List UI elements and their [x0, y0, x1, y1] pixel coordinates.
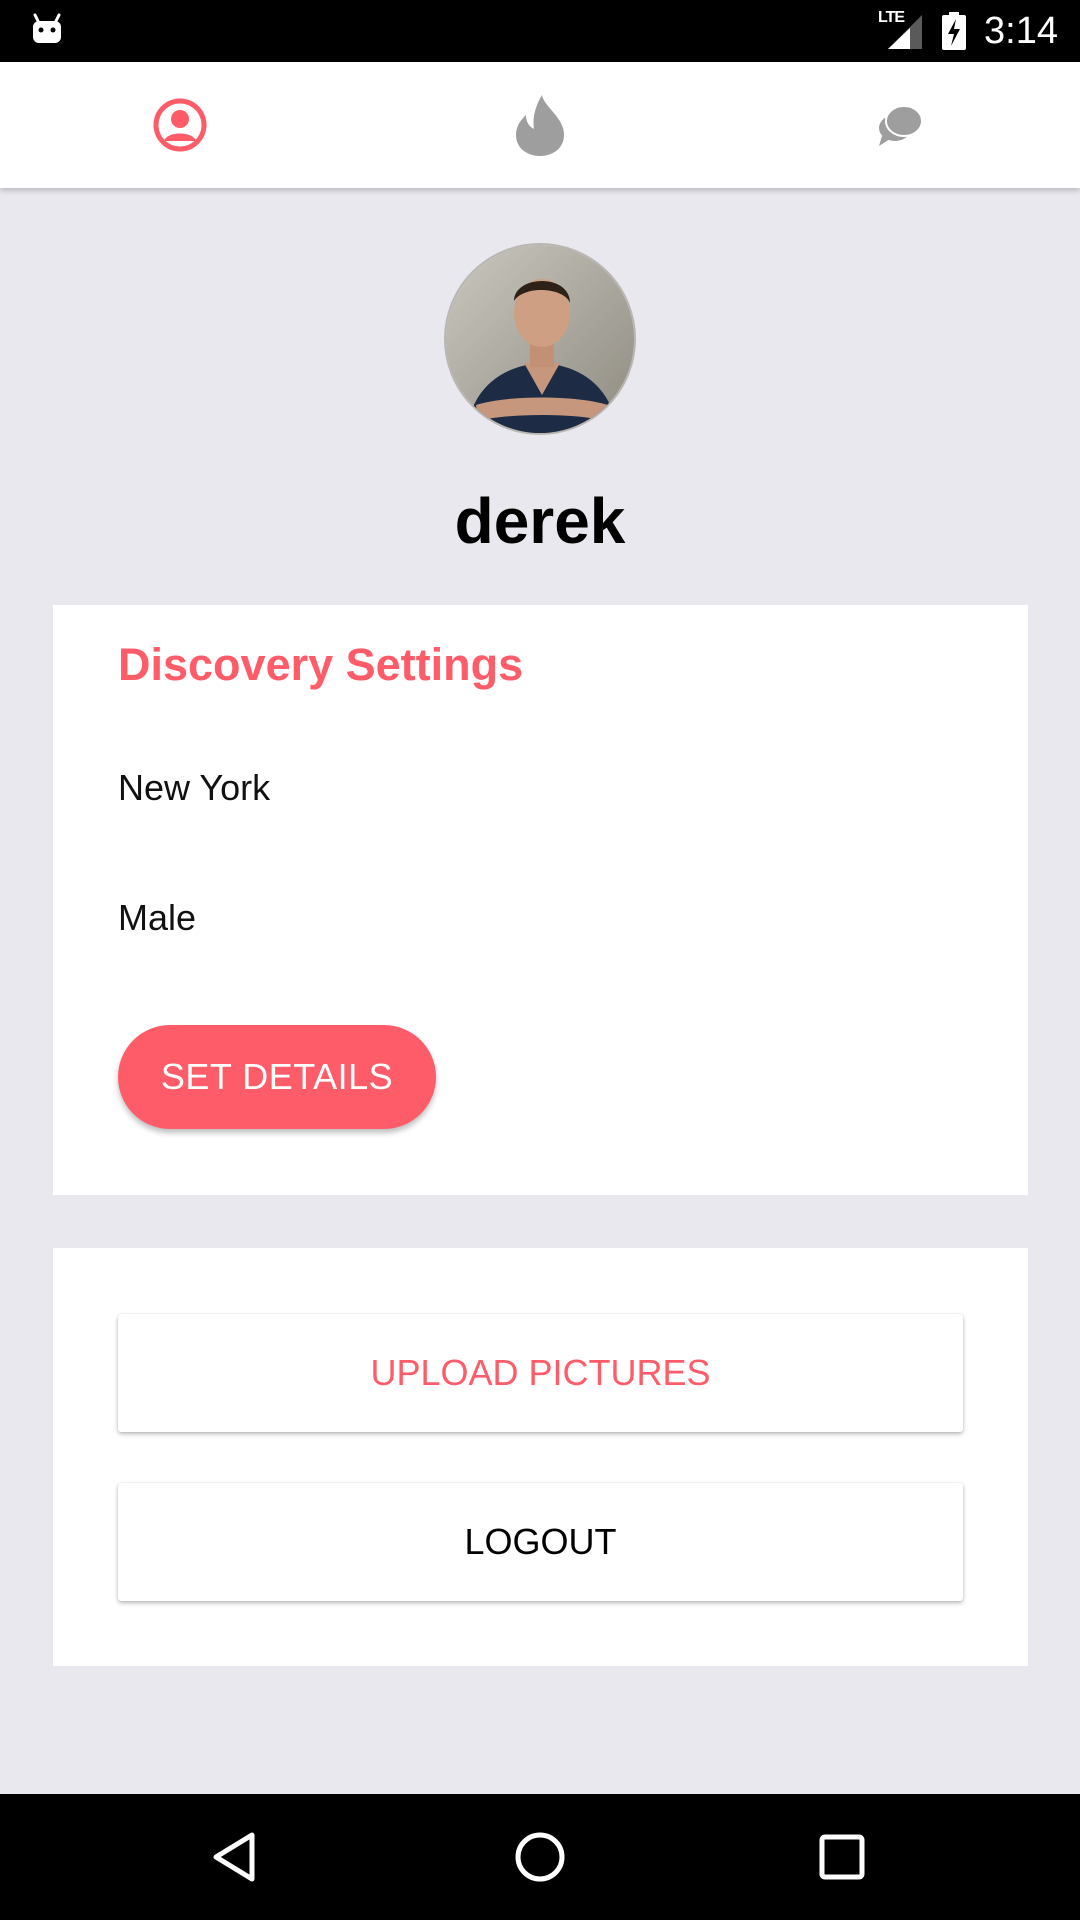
discovery-settings-card: Discovery Settings New York Male SET DET…	[53, 605, 1028, 1195]
status-bar: LTE 3:14	[0, 0, 1080, 62]
section-title: Discovery Settings	[118, 639, 524, 690]
back-icon[interactable]	[206, 1827, 266, 1887]
account-actions-card: UPLOAD PICTURES LOGOUT	[53, 1248, 1028, 1666]
location-value[interactable]: New York	[118, 767, 270, 809]
profile-photo	[446, 245, 634, 433]
tab-profile[interactable]	[0, 62, 360, 188]
top-tab-bar	[0, 62, 1080, 188]
system-nav-bar	[0, 1794, 1080, 1920]
android-debug-icon	[33, 13, 61, 43]
set-details-button[interactable]: SET DETAILS	[118, 1025, 436, 1129]
battery-charging-icon	[942, 12, 967, 50]
status-time: 3:14	[984, 9, 1058, 52]
tab-messages[interactable]	[720, 62, 1080, 188]
profile-name: derek	[454, 485, 626, 557]
flame-icon	[516, 95, 564, 156]
gender-value[interactable]: Male	[118, 897, 196, 939]
tab-discover[interactable]	[360, 62, 720, 188]
logout-button[interactable]: LOGOUT	[118, 1483, 963, 1601]
chat-bubbles-icon	[879, 105, 923, 146]
person-icon	[153, 98, 207, 152]
signal-icon: LTE	[878, 9, 924, 51]
home-icon[interactable]	[510, 1827, 570, 1887]
upload-pictures-button[interactable]: UPLOAD PICTURES	[118, 1314, 963, 1432]
recents-icon[interactable]	[812, 1827, 872, 1887]
avatar[interactable]	[444, 243, 636, 435]
